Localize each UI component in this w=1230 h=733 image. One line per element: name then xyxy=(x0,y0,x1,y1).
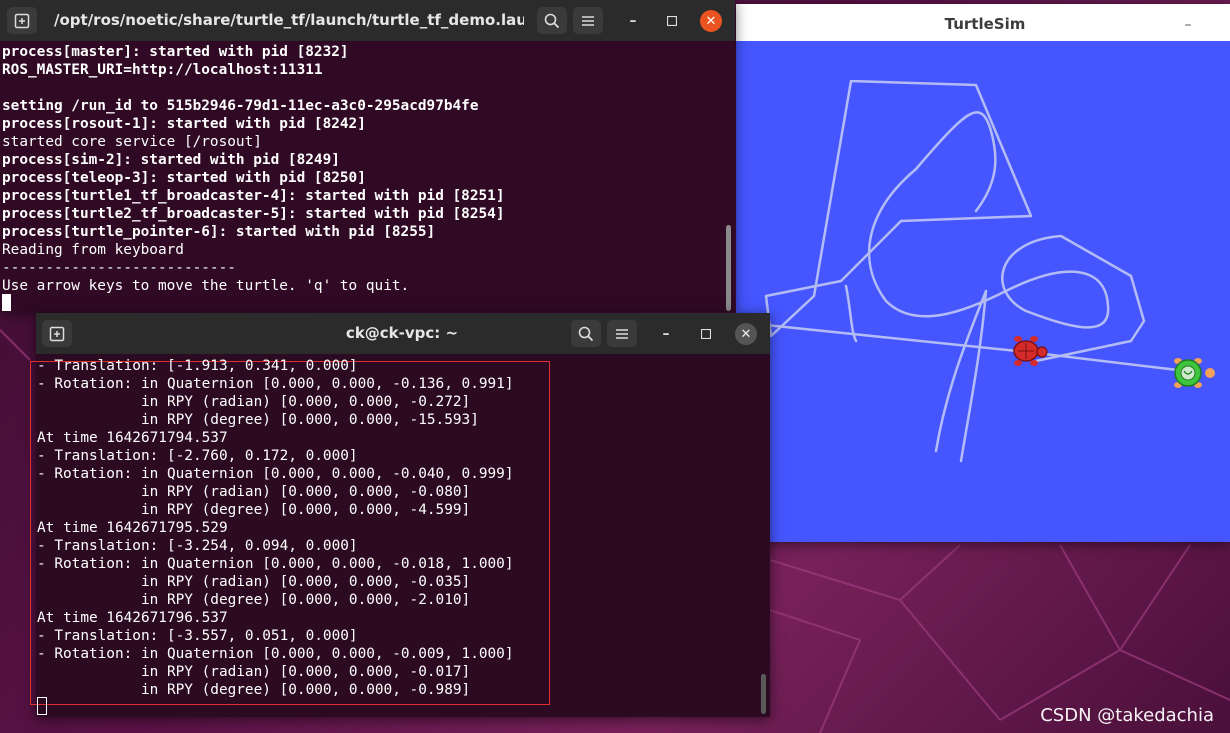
turtlesim-window[interactable]: TurtleSim – xyxy=(736,4,1230,542)
terminal-line: process[turtle_pointer-6]: started with … xyxy=(2,224,436,240)
terminal-line: in RPY (degree) [0.000, 0.000, -0.989] xyxy=(37,682,471,698)
terminal-line: process[teleop-3]: started with pid [825… xyxy=(2,170,366,186)
terminal-line: in RPY (radian) [0.000, 0.000, -0.017] xyxy=(37,664,471,680)
terminal-line: in RPY (degree) [0.000, 0.000, -4.599] xyxy=(37,502,471,518)
terminal-line: - Translation: [-3.557, 0.051, 0.000] xyxy=(37,628,358,644)
text-cursor xyxy=(2,294,11,311)
turtlesim-title: TurtleSim xyxy=(944,15,1026,33)
search-button[interactable] xyxy=(537,7,567,34)
terminal-line: setting /run_id to 515b2946-79d1-11ec-a3… xyxy=(2,98,479,114)
close-button[interactable]: ✕ xyxy=(735,323,757,345)
text-cursor xyxy=(37,697,47,715)
terminal-line: ROS_MASTER_URI=http://localhost:11311 xyxy=(2,62,323,78)
turtle-path xyxy=(959,289,988,463)
terminal-line: in RPY (radian) [0.000, 0.000, -0.272] xyxy=(37,394,471,410)
launch-terminal-window[interactable]: /opt/ros/noetic/share/turtle_tf/launch/t… xyxy=(0,0,735,312)
terminal-line: At time 1642671794.537 xyxy=(37,430,228,446)
terminal-line: At time 1642671796.537 xyxy=(37,610,228,626)
turtle1-icon xyxy=(1013,336,1048,366)
terminal2-titlebar[interactable]: ck@ck-vpc: ~ – ✕ xyxy=(36,313,770,354)
terminal-line: in RPY (radian) [0.000, 0.000, -0.035] xyxy=(37,574,471,590)
terminal-line: Reading from keyboard xyxy=(2,242,184,258)
terminal-line: process[turtle1_tf_broadcaster-4]: start… xyxy=(2,188,505,204)
terminal-line: - Rotation: in Quaternion [0.000, 0.000,… xyxy=(37,556,514,572)
minimize-icon: – xyxy=(662,326,670,342)
hamburger-menu-icon xyxy=(616,328,628,339)
minimize-icon: – xyxy=(1184,17,1192,33)
minimize-button[interactable]: – xyxy=(655,323,677,345)
tf-echo-terminal-window[interactable]: ck@ck-vpc: ~ – ✕ - Translation: [-1.913,… xyxy=(30,313,770,717)
terminal-line: process[turtle2_tf_broadcaster-5]: start… xyxy=(2,206,505,222)
terminal-line: - Rotation: in Quaternion [0.000, 0.000,… xyxy=(37,466,514,482)
turtle-path-canvas xyxy=(764,79,1188,463)
terminal-line: process[rosout-1]: started with pid [824… xyxy=(2,116,366,132)
search-icon xyxy=(578,326,594,341)
terminal-line: - Translation: [-3.254, 0.094, 0.000] xyxy=(37,538,358,554)
terminal-line: in RPY (degree) [0.000, 0.000, -2.010] xyxy=(37,592,471,608)
terminal-line: Use arrow keys to move the turtle. 'q' t… xyxy=(2,278,410,294)
terminal-line: - Translation: [-2.760, 0.172, 0.000] xyxy=(37,448,358,464)
terminal-line: At time 1642671795.529 xyxy=(37,520,228,536)
turtlesim-titlebar[interactable]: TurtleSim – xyxy=(736,4,1230,45)
turtlesim-canvas[interactable] xyxy=(736,41,1230,542)
terminal-line: - Rotation: in Quaternion [0.000, 0.000,… xyxy=(37,376,514,392)
terminal1-title: /opt/ros/noetic/share/turtle_tf/launch/t… xyxy=(54,11,524,29)
terminal-line: in RPY (radian) [0.000, 0.000, -0.080] xyxy=(37,484,471,500)
minimize-button[interactable]: – xyxy=(1176,13,1200,37)
terminal-line: in RPY (degree) [0.000, 0.000, -15.593] xyxy=(37,412,479,428)
terminal1-titlebar[interactable]: /opt/ros/noetic/share/turtle_tf/launch/t… xyxy=(0,0,735,41)
turtle2-icon xyxy=(1174,358,1215,388)
terminal-line: - Translation: [-1.913, 0.341, 0.000] xyxy=(37,358,358,374)
terminal-line: process[master]: started with pid [8232] xyxy=(2,44,349,60)
new-tab-icon xyxy=(14,13,30,28)
maximize-button[interactable] xyxy=(695,323,717,345)
search-icon xyxy=(544,13,560,28)
new-tab-button[interactable] xyxy=(7,7,37,34)
watermark: CSDN @takedachia xyxy=(1040,705,1214,726)
maximize-icon xyxy=(701,329,711,339)
terminal-line: process[sim-2]: started with pid [8249] xyxy=(2,152,340,168)
close-icon: ✕ xyxy=(705,13,717,29)
maximize-icon xyxy=(667,16,677,26)
scrollbar[interactable] xyxy=(761,674,766,714)
minimize-button[interactable]: – xyxy=(622,10,644,32)
minimize-icon: – xyxy=(629,13,637,29)
menu-button[interactable] xyxy=(607,320,637,347)
search-button[interactable] xyxy=(571,320,601,347)
menu-button[interactable] xyxy=(573,7,603,34)
terminal1-output[interactable]: process[master]: started with pid [8232]… xyxy=(0,41,735,312)
hamburger-menu-icon xyxy=(582,15,594,26)
terminal-line: --------------------------- xyxy=(2,260,236,276)
terminal-line: started core service [/rosout] xyxy=(2,134,262,150)
terminal2-output[interactable]: - Translation: [-1.913, 0.341, 0.000] - R… xyxy=(30,354,770,717)
terminal-line: - Rotation: in Quaternion [0.000, 0.000,… xyxy=(37,646,514,662)
close-icon: ✕ xyxy=(740,326,752,342)
turtle-path xyxy=(914,111,997,213)
scrollbar[interactable] xyxy=(726,225,731,311)
close-button[interactable]: ✕ xyxy=(700,10,722,32)
maximize-button[interactable] xyxy=(661,10,683,32)
